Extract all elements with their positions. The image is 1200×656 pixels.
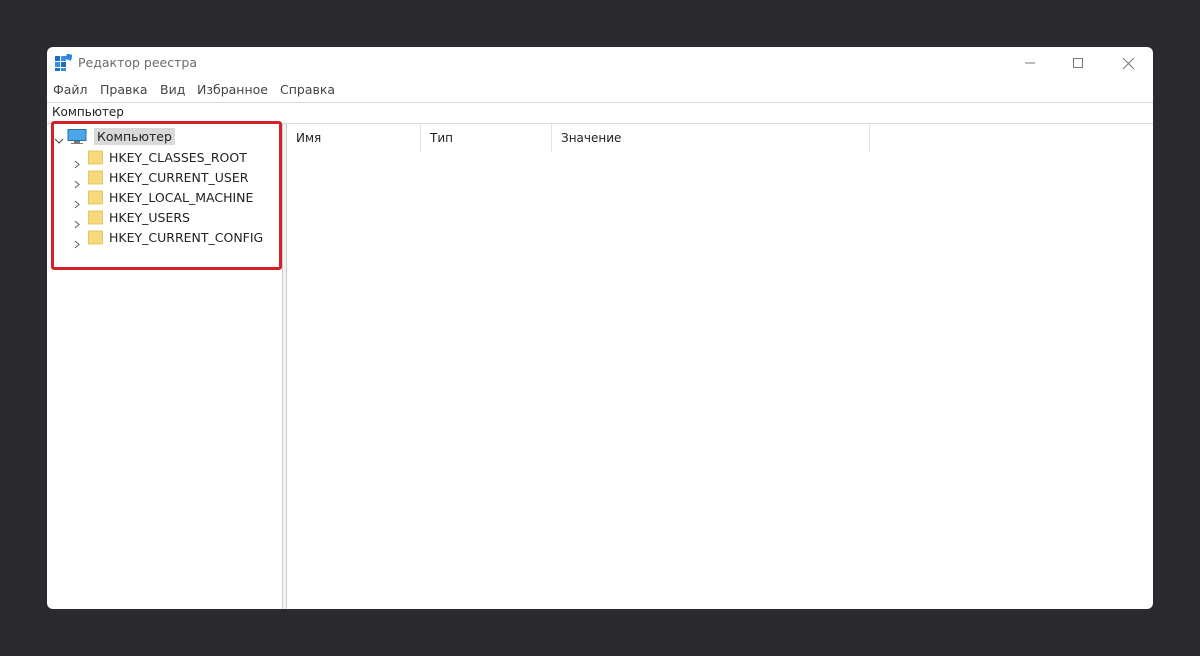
address-path[interactable]: Компьютер xyxy=(52,105,124,119)
column-header-name[interactable]: Имя xyxy=(287,124,421,152)
column-header-type[interactable]: Тип xyxy=(421,124,552,152)
menu-edit[interactable]: Правка xyxy=(100,82,148,97)
menu-help[interactable]: Справка xyxy=(280,82,335,97)
menu-file[interactable]: Файл xyxy=(53,82,88,97)
close-button[interactable] xyxy=(1105,47,1151,79)
title-bar[interactable]: Редактор реестра xyxy=(47,47,1153,79)
menu-bar: Файл Правка Вид Избранное Справка xyxy=(47,79,1153,101)
maximize-button[interactable] xyxy=(1055,47,1101,79)
minimize-icon xyxy=(1025,62,1035,64)
column-header-value[interactable]: Значение xyxy=(552,124,870,152)
values-list-pane[interactable]: Имя Тип Значение xyxy=(287,124,1153,609)
close-icon xyxy=(1122,57,1134,69)
registry-editor-icon xyxy=(55,53,73,71)
window-title: Редактор реестра xyxy=(78,55,197,70)
menu-view[interactable]: Вид xyxy=(160,82,185,97)
menu-favorites[interactable]: Избранное xyxy=(197,82,268,97)
highlight-annotation-box xyxy=(51,121,282,270)
minimize-button[interactable] xyxy=(1007,47,1053,79)
maximize-icon xyxy=(1073,58,1083,68)
